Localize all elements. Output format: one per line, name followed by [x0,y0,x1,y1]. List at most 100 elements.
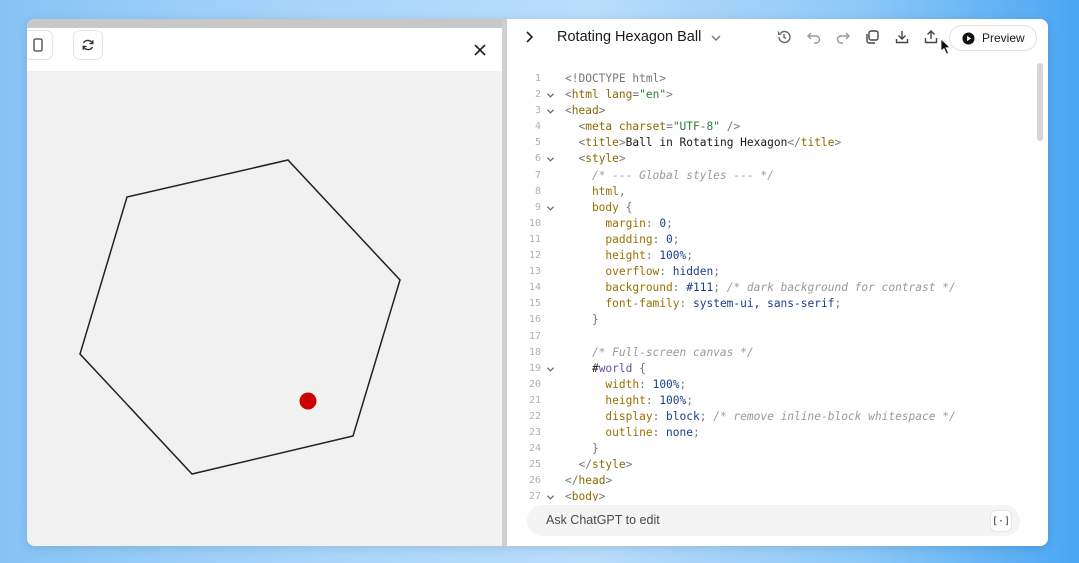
undo-icon [807,32,821,44]
code-select-icon[interactable]: [·] [990,510,1012,532]
code-line[interactable]: 20 width: 100%; [507,377,1037,393]
fold-chevron-icon[interactable] [546,489,556,501]
code-line[interactable]: 25 </style> [507,457,1037,473]
code-token: width [565,377,640,391]
code-line[interactable]: 15 font-family: system-ui, sans-serif; [507,296,1037,312]
code-text: /* Full-screen canvas */ [565,345,754,361]
code-line[interactable]: 2 <html lang="en"> [507,87,1037,103]
code-line[interactable]: 21 height: 100%; [507,393,1037,409]
chevron-right-icon[interactable] [521,29,537,45]
code-token: padding [565,232,653,246]
code-text: <title>Ball in Rotating Hexagon</title> [565,135,841,151]
code-token: system-ui, sans-serif [693,297,835,311]
code-token: ; [686,393,694,407]
code-line[interactable]: 13 overflow: hidden; [507,264,1037,280]
code-token: charset [618,120,667,134]
code-token: html [571,88,606,102]
code-line[interactable]: 22 display: block; /* remove inline-bloc… [507,409,1037,425]
code-token: : [645,216,660,230]
code-line[interactable]: 23 outline: none; [507,425,1037,441]
code-line[interactable]: 18 /* Full-screen canvas */ [507,345,1037,361]
history-button[interactable] [775,28,793,46]
preview-button[interactable]: Preview [949,25,1037,51]
copy-icon [866,30,879,44]
code-token: block [666,409,700,423]
code-token: outline [565,426,653,440]
hexagon-canvas [79,159,401,475]
code-token: display [565,409,653,423]
download-button[interactable] [893,28,911,46]
code-line[interactable]: 4 <meta charset="UTF-8" /> [507,119,1037,135]
code-line[interactable]: 26 </head> [507,473,1037,489]
code-line[interactable]: 11 padding: 0; [507,232,1037,248]
code-token: : [645,393,660,407]
refresh-button[interactable] [73,30,103,60]
code-token: ; [686,249,694,263]
code-token: height [565,393,646,407]
line-number: 10 [528,217,541,229]
code-line[interactable]: 27 <body> [507,489,1037,501]
chevron-down-icon[interactable] [710,32,722,44]
preview-panel [27,19,502,546]
undo-button[interactable] [805,28,823,46]
code-text: </head> [565,473,612,489]
code-line[interactable]: 16 } [507,312,1037,328]
code-line[interactable]: 12 height: 100%; [507,248,1037,264]
code-token: < [565,152,586,166]
line-number: 6 [534,153,541,165]
code-text: outline: none; [565,425,699,441]
document-title[interactable]: Rotating Hexagon Ball [557,29,701,45]
line-number: 22 [528,410,541,422]
code-token: < [565,104,572,118]
code-line[interactable]: 9 body { [507,200,1037,216]
code-line[interactable]: 8 html, [507,184,1037,200]
code-line[interactable]: 5 <title>Ball in Rotating Hexagon</title… [507,135,1037,151]
code-line[interactable]: 24 } [507,441,1037,457]
code-editor-panel: Rotating Hexagon Ball Preview 1 <!DOCTYP… [507,19,1048,546]
code-token: font-family [565,297,680,311]
code-line[interactable]: 1 <!DOCTYPE html> [507,71,1037,87]
ask-chatgpt-input[interactable]: Ask ChatGPT to edit [·] [527,505,1020,536]
line-number: 21 [528,394,541,406]
code-token: meta [585,120,619,134]
code-token: : [639,377,653,391]
code-token: title [800,136,835,150]
history-icon [777,30,791,44]
code-token: < [565,88,572,102]
line-number: 16 [528,314,541,326]
code-token: style [591,458,626,472]
code-token: background [565,281,673,295]
code-token: < [565,490,572,501]
device-toggle-button[interactable] [27,30,53,60]
code-line[interactable]: 3 <head> [507,103,1037,119]
code-token: : [679,297,693,311]
code-token: body [565,200,626,214]
code-area[interactable]: 1 <!DOCTYPE html> 2 <html lang="en"> 3 <head>… [507,71,1037,501]
code-text: #world { [565,361,646,377]
line-number: 17 [528,330,541,342]
line-number: 11 [528,233,541,245]
code-line[interactable]: 10 margin: 0; [507,216,1037,232]
code-text: overflow: hidden; [565,264,720,280]
code-token: style [585,152,619,166]
code-text: padding: 0; [565,232,679,248]
code-line[interactable]: 6 <style> [507,151,1037,167]
line-number: 3 [534,105,541,117]
code-line[interactable]: 17 [507,329,1037,345]
redo-button[interactable] [834,28,852,46]
copy-button[interactable] [863,28,881,46]
share-icon [924,30,938,44]
close-preview-button[interactable] [470,40,490,60]
editor-header: Rotating Hexagon Ball Preview [507,19,1048,57]
code-token: "UTF-8" [672,120,720,134]
code-line[interactable]: 7 /* --- Global styles --- */ [507,168,1037,184]
code-token: </ [565,458,592,472]
code-token: > [625,458,633,472]
code-token: </ [787,136,801,150]
share-button[interactable] [922,28,940,46]
code-token: : [659,265,673,279]
code-scrollbar[interactable] [1037,63,1043,141]
code-line[interactable]: 14 background: #111; /* dark background … [507,280,1037,296]
code-line[interactable]: 19 #world { [507,361,1037,377]
code-token: , [618,184,626,198]
